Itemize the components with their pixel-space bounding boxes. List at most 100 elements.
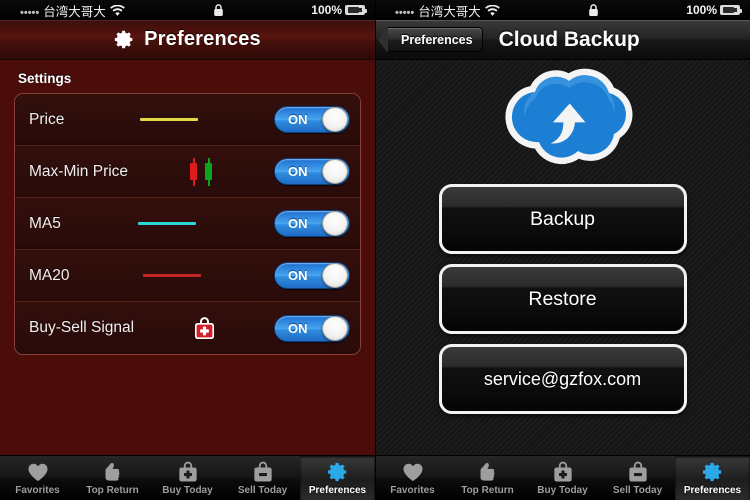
toggle-label: ON <box>288 320 308 336</box>
candlestick-icon <box>190 157 213 187</box>
settings-list-container: Settings Price ON Max-Min Price ON MA5 O… <box>0 60 375 455</box>
preferences-screen: ••••• 台湾大哥大 100% Preferences Settings Pr… <box>0 0 375 500</box>
tab-sell-today[interactable]: Sell Today <box>600 456 675 500</box>
status-bar-center-group <box>500 3 687 17</box>
section-label-settings: Settings <box>18 71 72 86</box>
toggle-knob <box>322 263 348 288</box>
battery-percent: 100% <box>686 3 717 17</box>
lock-icon <box>213 3 224 17</box>
status-bar-left-group: ••••• 台湾大哥大 <box>6 1 125 20</box>
restore-button[interactable]: Restore <box>438 264 687 334</box>
left-nav-bar: Preferences <box>0 20 375 60</box>
toggle-buy-sell-signal[interactable]: ON <box>274 314 350 342</box>
bag-minus-icon <box>628 461 648 484</box>
carrier-name: 台湾大哥大 <box>418 4 481 19</box>
medical-kit-icon <box>194 316 215 340</box>
wifi-icon <box>109 4 125 17</box>
row-indicator <box>134 316 274 340</box>
heart-icon <box>27 461 49 484</box>
support-email-label: service@gzfox.com <box>483 368 642 389</box>
bag-plus-icon <box>178 461 198 484</box>
restore-button-label: Restore <box>528 287 597 310</box>
tab-label: Buy Today <box>537 484 588 496</box>
settings-row-ma20[interactable]: MA20 ON <box>15 250 360 302</box>
tab-buy-today[interactable]: Buy Today <box>525 456 600 500</box>
tab-label: Sell Today <box>612 484 663 496</box>
status-bar-right-group: 100% <box>311 3 369 17</box>
toggle-ma5[interactable]: ON <box>274 210 350 237</box>
tab-label: Preferences <box>308 484 367 496</box>
price-line-swatch <box>140 118 199 121</box>
tab-preferences[interactable]: Preferences <box>675 456 750 500</box>
support-email-button[interactable]: service@gzfox.com <box>438 344 687 414</box>
cloud-backup-content: Backup Restore service@gzfox.com <box>375 60 750 455</box>
right-nav-bar: Preferences Cloud Backup <box>375 20 750 60</box>
row-label: Buy-Sell Signal <box>29 319 135 336</box>
back-button-preferences[interactable]: Preferences <box>378 27 483 53</box>
gear-icon <box>114 29 135 50</box>
heart-icon <box>402 461 424 484</box>
toggle-max-min-price[interactable]: ON <box>274 158 350 185</box>
ma5-line-swatch <box>138 222 197 225</box>
tab-bar-right: Favorites Top Return Buy Today Sell Toda… <box>375 455 750 500</box>
tab-label: Sell Today <box>237 484 288 496</box>
row-label: MA5 <box>29 214 61 232</box>
tab-top-return[interactable]: Top Return <box>75 456 150 500</box>
backup-button[interactable]: Backup <box>438 184 687 254</box>
toggle-knob <box>322 315 348 341</box>
status-bar-right-group: 100% <box>686 3 744 17</box>
cloud-backup-screen: ••••• 台湾大哥大 100% Preferences Cloud Backu… <box>375 0 750 500</box>
settings-row-price[interactable]: Price ON <box>15 94 360 146</box>
back-button-label: Preferences <box>401 32 473 47</box>
panel-divider <box>375 0 376 500</box>
tab-top-return[interactable]: Top Return <box>450 456 525 500</box>
row-indicator <box>61 222 274 225</box>
lock-icon <box>588 3 599 17</box>
backup-button-label: Backup <box>529 207 596 230</box>
toggle-price[interactable]: ON <box>274 106 350 133</box>
battery-percent: 100% <box>311 3 342 17</box>
tab-favorites[interactable]: Favorites <box>0 456 75 500</box>
tab-sell-today[interactable]: Sell Today <box>225 456 300 500</box>
ma20-line-swatch <box>142 274 201 277</box>
tab-label: Top Return <box>86 484 139 496</box>
tab-label: Buy Today <box>162 484 213 496</box>
tab-label: Favorites <box>390 484 435 496</box>
carrier-name: 台湾大哥大 <box>43 4 106 19</box>
settings-row-ma5[interactable]: MA5 ON <box>15 198 360 250</box>
right-nav-title: Cloud Backup <box>498 27 640 51</box>
row-indicator <box>64 118 274 121</box>
signal-dots: ••••• <box>20 7 40 19</box>
toggle-label: ON <box>288 268 308 283</box>
tab-label: Top Return <box>461 484 514 496</box>
gear-icon <box>327 461 349 484</box>
settings-row-max-min-price[interactable]: Max-Min Price ON <box>15 146 360 198</box>
cloud-action-buttons: Backup Restore service@gzfox.com <box>375 184 750 414</box>
candle-down <box>190 157 198 186</box>
row-label: Max-Min Price <box>29 162 129 180</box>
gear-icon <box>702 461 724 484</box>
row-indicator <box>128 157 274 187</box>
wifi-icon <box>484 4 500 17</box>
tab-favorites[interactable]: Favorites <box>375 456 450 500</box>
left-nav-title: Preferences <box>144 28 261 50</box>
bag-plus-icon <box>553 461 573 484</box>
toggle-knob <box>322 159 348 184</box>
settings-row-buy-sell-signal[interactable]: Buy-Sell Signal ON <box>15 302 360 354</box>
toggle-knob <box>322 211 348 236</box>
tab-label: Preferences <box>683 484 742 496</box>
screenshot-stage: ••••• 台湾大哥大 100% Preferences Settings Pr… <box>0 0 750 500</box>
toggle-knob <box>322 107 348 132</box>
toggle-label: ON <box>288 216 308 231</box>
battery-charging-icon <box>720 5 743 15</box>
tab-preferences[interactable]: Preferences <box>300 456 375 500</box>
status-bar-left: ••••• 台湾大哥大 100% <box>0 0 375 20</box>
thumbs-up-icon <box>478 461 497 484</box>
toggle-ma20[interactable]: ON <box>274 262 350 289</box>
signal-dots: ••••• <box>395 7 415 19</box>
toggle-label: ON <box>288 112 308 127</box>
settings-group: Price ON Max-Min Price ON MA5 ON MA20 ON… <box>14 93 361 355</box>
thumbs-up-icon <box>103 461 122 484</box>
tab-buy-today[interactable]: Buy Today <box>150 456 225 500</box>
status-bar-right: ••••• 台湾大哥大 100% <box>375 0 750 20</box>
